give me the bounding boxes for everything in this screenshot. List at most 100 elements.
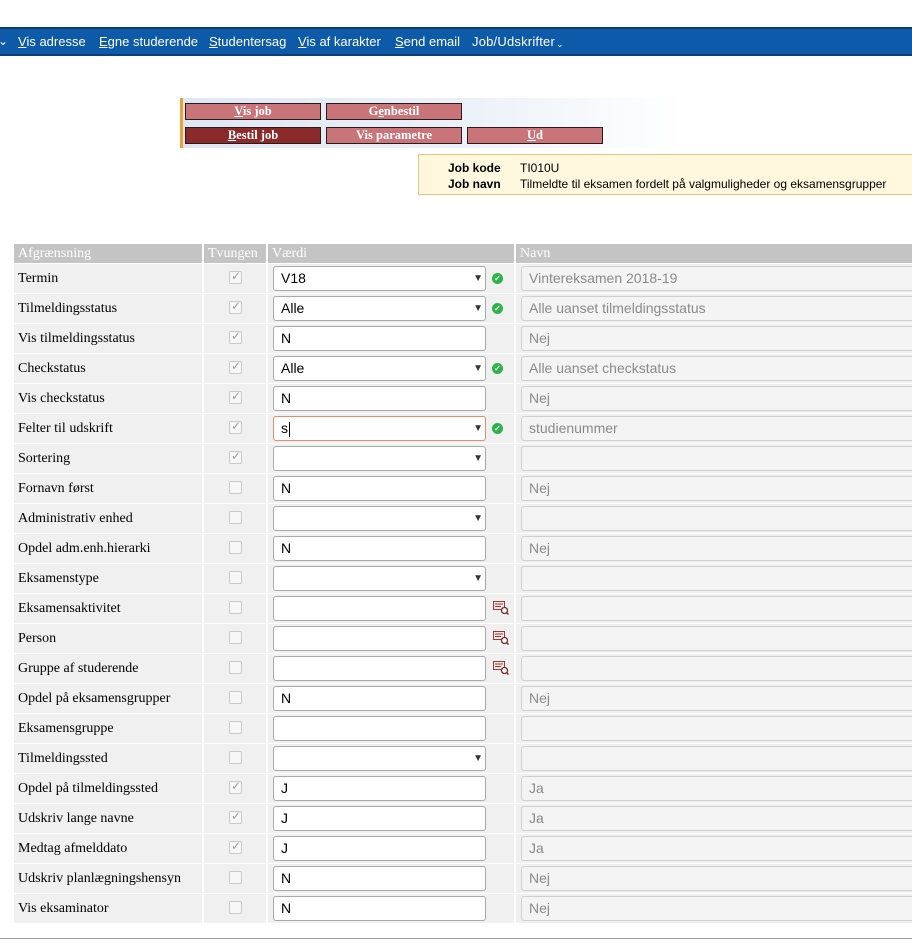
navn-text: Nej — [529, 480, 551, 496]
forced-checkbox: ✓ — [229, 809, 242, 824]
navn-field: Nej — [521, 686, 912, 711]
dropdown-arrow-icon[interactable]: ▼ — [473, 297, 483, 320]
value-input[interactable]: J — [273, 776, 486, 801]
value-input[interactable]: N — [273, 536, 486, 561]
forced-checkbox: ✓ — [229, 449, 242, 464]
table-row: Vis tilmeldingsstatus ✓ N Nej — [0, 324, 912, 354]
table-row: Medtag afmelddato ✓ J Ja — [0, 834, 912, 864]
forced-checkbox — [229, 691, 242, 704]
tvungen-cell: ✓ — [204, 264, 266, 293]
button-label: d — [536, 128, 543, 142]
vaerdi-cell: J — [268, 804, 514, 833]
value-text: N — [281, 870, 292, 886]
navn-cell: Alle uanset tilmeldingsstatus — [516, 294, 912, 323]
dropdown-arrow-icon[interactable]: ▼ — [473, 417, 483, 440]
forced-checkbox: ✓ — [229, 269, 242, 284]
table-row: Tilmeldingsstatus ✓ Alle ▼ ✓ Alle uanset tilm… — [0, 294, 912, 324]
value-select[interactable]: ▼ — [273, 506, 486, 531]
nav-left-chevron-icon[interactable]: ⌄ — [0, 34, 8, 48]
vis-job-button[interactable]: Vis job — [185, 103, 321, 120]
table-row: Opdel på eksamensgrupper N Nej — [0, 684, 912, 714]
navn-cell — [516, 444, 912, 473]
value-input[interactable] — [273, 596, 486, 621]
nav-send-email[interactable]: Send email — [395, 34, 460, 49]
forced-checkbox — [229, 631, 242, 644]
table-row: Person — [0, 624, 912, 654]
nav-egne-studerende[interactable]: Egne studerende — [99, 34, 198, 49]
navn-text: Nej — [529, 870, 551, 886]
vis-parametre-button[interactable]: Vis parametre — [326, 127, 462, 144]
value-input[interactable]: N — [273, 866, 486, 891]
table-row: Felter til udskrift ✓ s ▼ ✓ studienummer — [0, 414, 912, 444]
value-input[interactable]: N — [273, 476, 486, 501]
tvungen-cell — [204, 864, 266, 893]
value-input[interactable] — [273, 656, 486, 681]
dropdown-arrow-icon[interactable]: ▼ — [473, 447, 483, 470]
nav-vis-af-karakter[interactable]: Vis af karakter — [298, 34, 381, 49]
nav-studentersag[interactable]: Studentersag — [209, 34, 286, 49]
navn-field: Ja — [521, 806, 912, 831]
forced-checkbox — [229, 481, 242, 494]
navn-text: Ja — [529, 810, 544, 826]
nav-vis-adresse[interactable]: Vis adresse — [18, 34, 86, 49]
ud-button[interactable]: Ud — [467, 127, 603, 144]
value-input[interactable]: N — [273, 686, 486, 711]
value-select[interactable]: V18 ▼ — [273, 266, 486, 291]
top-nav-bar: ⌄ Vis adresse Egne studerende Studenters… — [0, 27, 912, 56]
navn-cell: Ja — [516, 834, 912, 863]
bestil-job-button[interactable]: Bestil job — [185, 127, 321, 144]
dropdown-arrow-icon[interactable]: ▼ — [473, 507, 483, 530]
value-input[interactable] — [273, 716, 486, 741]
genbestil-button[interactable]: Genbestil — [326, 103, 462, 120]
value-select[interactable]: Alle ▼ — [273, 296, 486, 321]
dropdown-arrow-icon[interactable]: ▼ — [473, 267, 483, 290]
nav-job-udskrifter-menu[interactable]: Job/Udskrifter⌄ — [472, 34, 564, 49]
nav-label: gne studerende — [107, 34, 199, 49]
value-input[interactable]: J — [273, 836, 486, 861]
table-row: Checkstatus ✓ Alle ▼ ✓ Alle uanset checkstatu… — [0, 354, 912, 384]
table-row: Vis eksaminator N Nej — [0, 894, 912, 924]
vaerdi-cell: N — [268, 864, 514, 893]
vaerdi-cell: V18 ▼ ✓ — [268, 264, 514, 293]
lookup-icon[interactable] — [493, 601, 510, 616]
param-label: Vis eksaminator — [14, 894, 202, 923]
value-input[interactable] — [273, 626, 486, 651]
forced-checkbox: ✓ — [229, 419, 242, 434]
tvungen-cell — [204, 504, 266, 533]
navn-cell: Vintereksamen 2018-19 — [516, 264, 912, 293]
navn-cell: Nej — [516, 384, 912, 413]
navn-cell: Alle uanset checkstatus — [516, 354, 912, 383]
value-input[interactable]: N — [273, 896, 486, 921]
navn-text: Alle uanset tilmeldingsstatus — [529, 300, 706, 316]
value-input[interactable]: N — [273, 326, 486, 351]
forced-checkbox — [229, 871, 242, 884]
value-select[interactable]: s ▼ — [273, 416, 486, 441]
lookup-icon[interactable] — [493, 661, 510, 676]
table-row: Termin ✓ V18 ▼ ✓ Vintereksamen 2018-19 — [0, 264, 912, 294]
dropdown-arrow-icon[interactable]: ▼ — [473, 357, 483, 380]
table-row: Udskriv lange navne ✓ J Ja — [0, 804, 912, 834]
check-icon: ✓ — [231, 449, 242, 463]
dropdown-arrow-icon[interactable]: ▼ — [473, 567, 483, 590]
navn-cell: Nej — [516, 324, 912, 353]
value-input[interactable]: J — [273, 806, 486, 831]
value-select[interactable]: ▼ — [273, 566, 486, 591]
lookup-icon[interactable] — [493, 631, 510, 646]
button-label: estil job — [236, 128, 279, 142]
value-select[interactable]: ▼ — [273, 746, 486, 771]
dropdown-arrow-icon[interactable]: ▼ — [473, 747, 483, 770]
vaerdi-cell: N — [268, 534, 514, 563]
forced-checkbox — [229, 721, 242, 734]
value-input[interactable]: N — [273, 386, 486, 411]
job-info-box: Job kode TI010U Job navn Tilmeldte til e… — [418, 154, 912, 195]
header-navn: Navn — [516, 244, 912, 263]
check-icon: ✓ — [231, 359, 242, 373]
nav-label: is af karakter — [306, 34, 381, 49]
value-select[interactable]: Alle ▼ — [273, 356, 486, 381]
value-select[interactable]: ▼ — [273, 446, 486, 471]
nav-accel: E — [99, 34, 108, 49]
navn-field: Nej — [521, 386, 912, 411]
param-label: Felter til udskrift — [14, 414, 202, 443]
tvungen-cell — [204, 564, 266, 593]
value-text: s — [281, 420, 288, 436]
